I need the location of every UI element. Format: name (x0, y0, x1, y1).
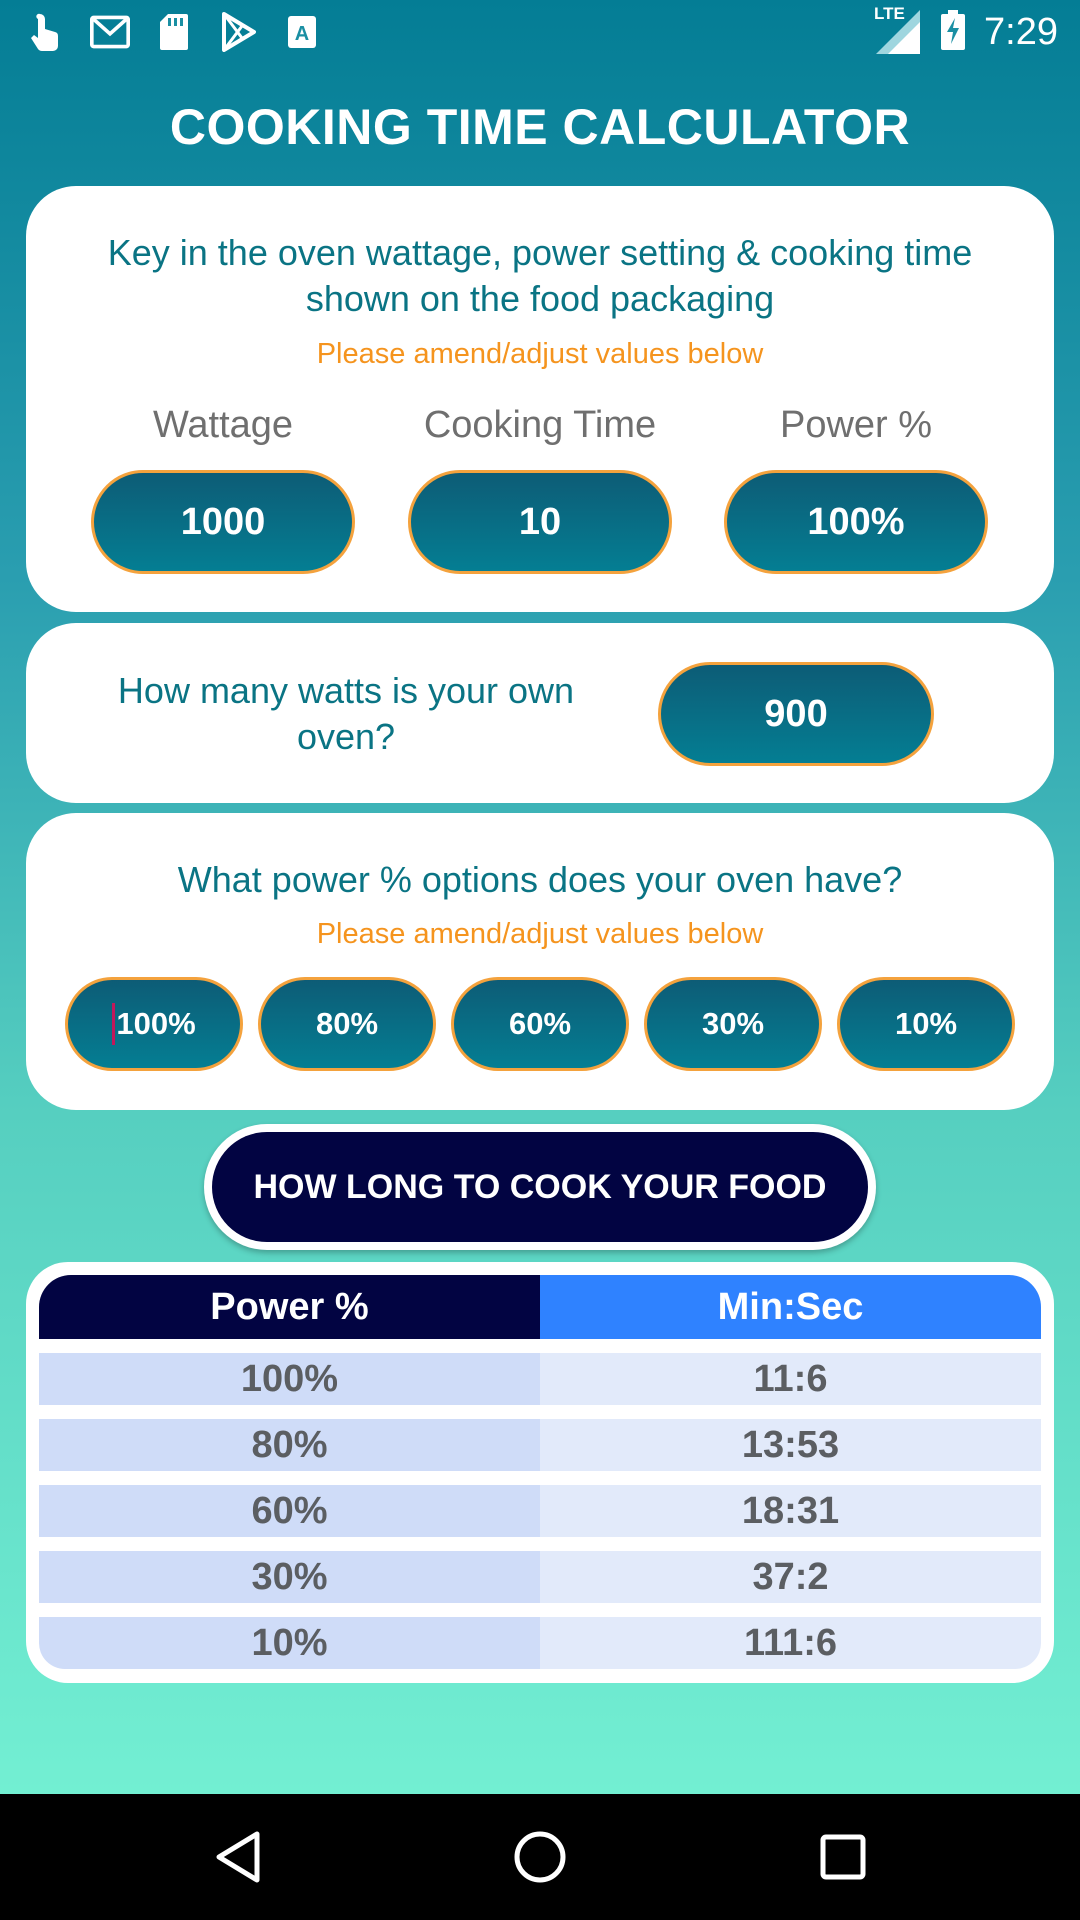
power-option-input[interactable]: 60% (451, 977, 629, 1071)
recents-icon[interactable] (810, 1824, 876, 1890)
clock: 7:29 (984, 10, 1058, 53)
power-option-input[interactable]: 100% (65, 977, 243, 1071)
power-options-heading: What power % options does your oven have… (177, 859, 903, 900)
status-bar: A LTE 7:29 (0, 0, 1080, 64)
touch-icon (26, 12, 66, 52)
accessibility-icon: A (282, 12, 322, 52)
svg-text:A: A (295, 23, 309, 45)
battery-icon (940, 9, 966, 55)
power-options-card: What power % options does your oven have… (26, 813, 1054, 1110)
time-cell: 11:6 (540, 1353, 1041, 1405)
wattage-input[interactable]: 1000 (91, 470, 355, 574)
own-oven-card: How many watts is your own oven? 900 (26, 623, 1054, 803)
power-option-input[interactable]: 10% (837, 977, 1015, 1071)
own-wattage-input[interactable]: 900 (658, 662, 934, 766)
column-header-power: Power % (39, 1275, 540, 1339)
play-store-icon (218, 12, 258, 52)
table-row: 60% 18:31 (39, 1485, 1041, 1537)
back-icon[interactable] (204, 1824, 270, 1890)
text-cursor (112, 1003, 116, 1045)
cooking-time-label: Cooking Time (423, 404, 657, 446)
column-header-time: Min:Sec (540, 1275, 1041, 1339)
power-cell: 80% (39, 1419, 540, 1471)
time-cell: 111:6 (540, 1617, 1041, 1669)
power-cell: 60% (39, 1485, 540, 1537)
lte-signal-icon: LTE (874, 4, 922, 56)
home-icon[interactable] (507, 1824, 573, 1890)
own-oven-question: How many watts is your own oven? (117, 670, 575, 757)
power-option-input[interactable]: 80% (258, 977, 436, 1071)
time-cell: 18:31 (540, 1485, 1041, 1537)
time-cell: 37:2 (540, 1551, 1041, 1603)
power-options-note: Please amend/adjust values below (316, 918, 764, 950)
cooking-time-input[interactable]: 10 (408, 470, 672, 574)
packaging-card: Key in the oven wattage, power setting &… (26, 186, 1054, 612)
power-cell: 30% (39, 1551, 540, 1603)
power-option-input[interactable]: 30% (644, 977, 822, 1071)
calculate-button[interactable]: HOW LONG TO COOK YOUR FOOD (204, 1124, 876, 1250)
power-cell: 100% (39, 1353, 540, 1405)
table-row: 30% 37:2 (39, 1551, 1041, 1603)
packaging-note: Please amend/adjust values below (316, 338, 764, 370)
results-table: Power % Min:Sec 100% 11:6 80% 13:53 60% … (26, 1262, 1054, 1683)
power-cell: 10% (39, 1617, 540, 1669)
table-row: 100% 11:6 (39, 1353, 1041, 1405)
table-row: 10% 111:6 (39, 1617, 1041, 1669)
sd-card-icon (154, 12, 194, 52)
time-cell: 13:53 (540, 1419, 1041, 1471)
table-header: Power % Min:Sec (39, 1275, 1041, 1339)
table-row: 80% 13:53 (39, 1419, 1041, 1471)
navigation-bar (0, 1794, 1080, 1920)
power-input[interactable]: 100% (724, 470, 988, 574)
page-title: COOKING TIME CALCULATOR (169, 99, 911, 155)
wattage-label: Wattage (152, 404, 294, 446)
gmail-icon (90, 12, 130, 52)
packaging-heading: Key in the oven wattage, power setting &… (107, 232, 973, 319)
power-label: Power % (779, 404, 933, 446)
calculate-button-label: HOW LONG TO COOK YOUR FOOD (212, 1132, 868, 1242)
power-option-value: 100% (116, 1006, 196, 1041)
network-type: LTE (874, 4, 905, 23)
